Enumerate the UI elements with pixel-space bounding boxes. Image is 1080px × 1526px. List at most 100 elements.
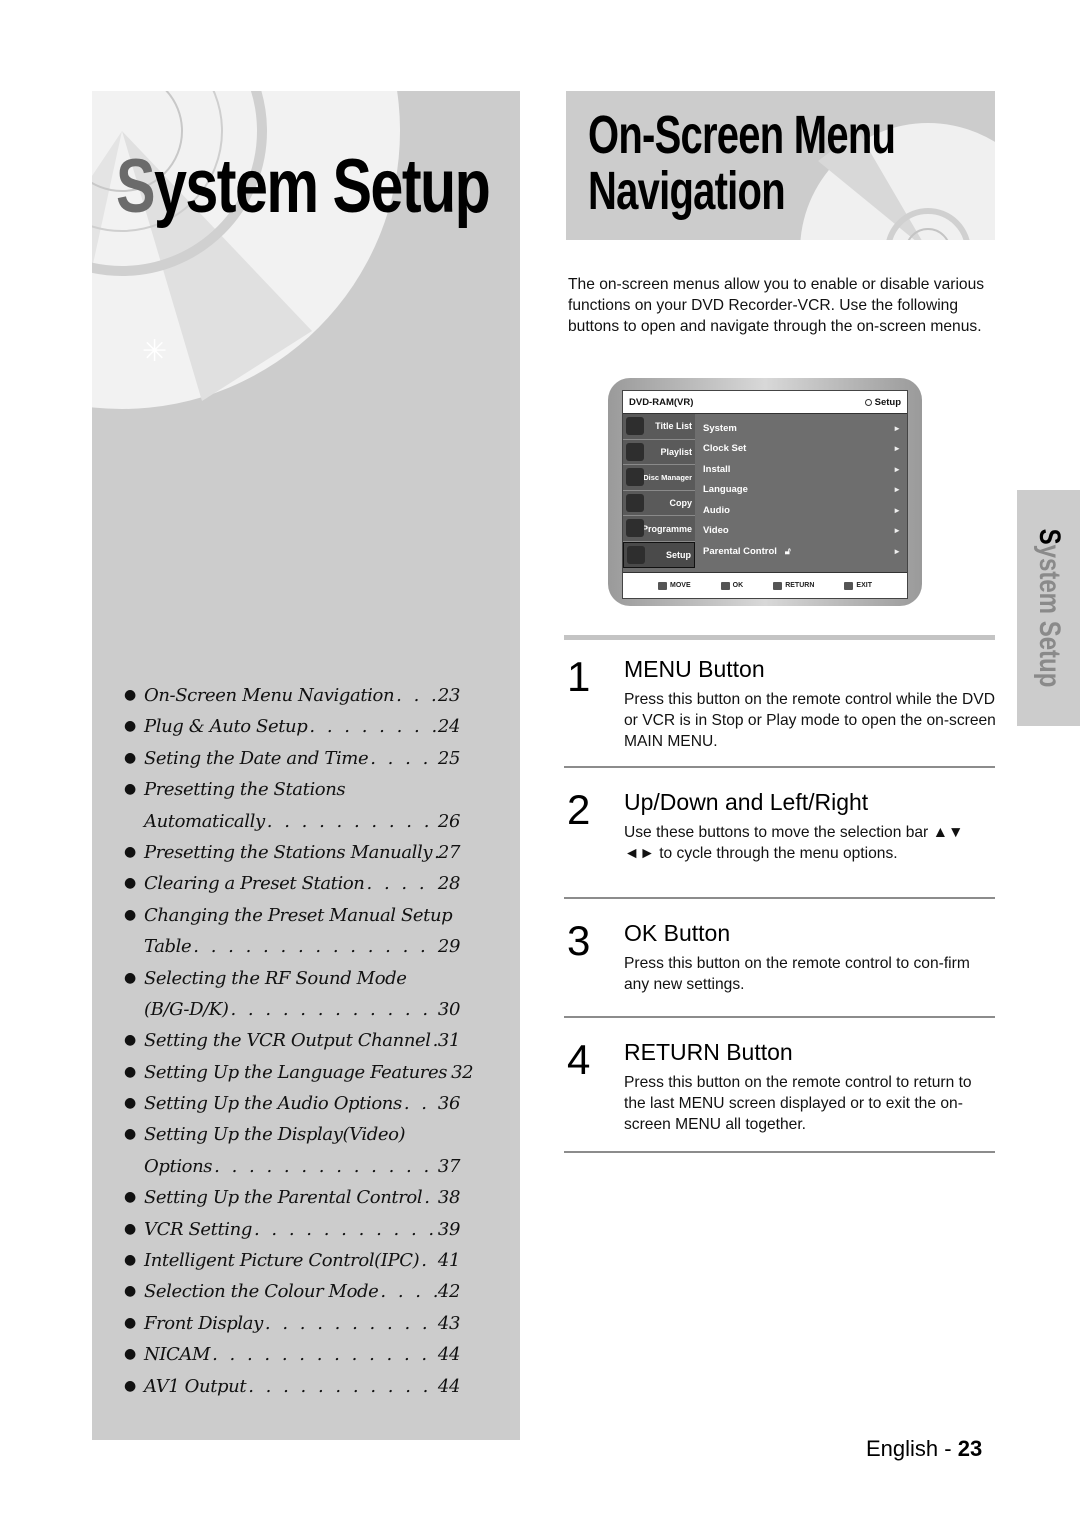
- osd-tab-copy[interactable]: Copy: [623, 490, 695, 517]
- bullet-icon: ●: [124, 1189, 136, 1206]
- toc-leader: . . . . . . . . . . . . . . . . . . . . …: [431, 1030, 438, 1051]
- toc-leader: . . . . . . . . . . . . . . . . . . . . …: [253, 1218, 438, 1240]
- toc-entry-title: Setting Up the Display(Video): [144, 1124, 406, 1146]
- step-title: Up/Down and Left/Right: [624, 789, 869, 815]
- bullet-icon: ●: [124, 1283, 136, 1300]
- bullet-icon: ●: [124, 1314, 136, 1331]
- toc-page-number: 42: [437, 1281, 461, 1303]
- toc-entry[interactable]: ● Plug & Auto Setup. . . . . . . . . . . …: [124, 716, 460, 747]
- toc-leader: . . . . . . . . . . . . . . . . . . . . …: [230, 998, 437, 1020]
- step-title: RETURN Button: [624, 1039, 793, 1065]
- bullet-icon: ●: [124, 843, 136, 860]
- toc-leader: . . . . . . . . . . . . . . . . . . . . …: [266, 810, 438, 832]
- bullet-icon: ●: [124, 1032, 136, 1049]
- osd-disc-type: DVD-RAM(VR): [629, 396, 694, 408]
- toc-entry-title: Automatically: [144, 810, 265, 832]
- toc-entry[interactable]: ● NICAM. . . . . . . . . . . . . . . . . …: [124, 1344, 460, 1375]
- bullet-icon: ●: [124, 875, 136, 892]
- toc-entry-title: Plug & Auto Setup: [144, 716, 308, 738]
- toc-entry-title: VCR Setting: [144, 1218, 252, 1240]
- toc-entry-title: Seting the Date and Time: [144, 747, 369, 769]
- toc-leader: . . . . . . . . . . . . . . . . . . . . …: [424, 1187, 438, 1209]
- toc-leader: . . . . . . . . . . . . . . . . . . . . …: [212, 1344, 438, 1366]
- toc-entry[interactable]: ● Seting the Date and Time. . . . . . . .…: [124, 748, 460, 779]
- osd-tab-setup[interactable]: Setup: [623, 541, 695, 568]
- toc-entry[interactable]: ● Setting Up the Parental Control. . . . …: [124, 1187, 460, 1218]
- toc-page-number: 37: [437, 1155, 461, 1177]
- step-title: MENU Button: [624, 656, 765, 682]
- toc-entry-title: Changing the Preset Manual Setup: [144, 904, 453, 926]
- playlist-icon: [626, 442, 644, 461]
- programme-icon: [626, 519, 644, 538]
- osd-item-clock-set[interactable]: Clock Set ►: [703, 439, 901, 460]
- toc-entry[interactable]: ● Presetting the Stations: [124, 779, 460, 810]
- step-description: Use these buttons to move the selection …: [624, 824, 964, 862]
- osd-menu-screenshot: DVD-RAM(VR) Setup Title List Playlist Disc…: [608, 378, 922, 606]
- toc-entry[interactable]: ● Setting Up the Display(Video): [124, 1124, 460, 1155]
- toc-entry-title: On-Screen Menu Navigation: [144, 685, 395, 706]
- unlock-icon: 🔓︎: [784, 545, 791, 556]
- exit-icon: [844, 581, 854, 590]
- osd-key-ok: OK: [720, 581, 743, 590]
- updown-icon: [658, 581, 668, 590]
- toc-entry[interactable]: Table. . . . . . . . . . . . . . . . . .…: [124, 936, 460, 967]
- osd-tab-disc-manager[interactable]: Disc Manager: [623, 465, 695, 491]
- toc-entry[interactable]: ● On-Screen Menu Navigation. . . . . . . …: [124, 685, 460, 716]
- toc-entry-title: Clearing a Preset Station: [144, 873, 365, 895]
- toc-entry[interactable]: ● Changing the Preset Manual Setup: [124, 905, 460, 936]
- toc-entry[interactable]: ● Front Display. . . . . . . . . . . . . …: [124, 1313, 460, 1344]
- toc-entry[interactable]: Options. . . . . . . . . . . . . . . . .…: [124, 1156, 460, 1187]
- toc-entry[interactable]: ● Intelligent Picture Control(IPC). . . .…: [124, 1250, 460, 1281]
- disc-manager-icon: [626, 468, 644, 487]
- osd-item-system[interactable]: System ►: [703, 418, 901, 439]
- step-number: 3: [567, 917, 591, 964]
- toc-entry[interactable]: ●Presetting the Stations Manually. . . .…: [124, 842, 460, 873]
- toc-entry[interactable]: ● Setting Up the Audio Options. . . . . .…: [124, 1093, 460, 1124]
- osd-item-install[interactable]: Install ►: [703, 459, 901, 480]
- osd-item-language[interactable]: Language ►: [703, 480, 901, 501]
- step-description: Press this button on the remote control …: [624, 955, 970, 993]
- bullet-icon: ●: [124, 969, 136, 986]
- toc-entry[interactable]: (B/G-D/K). . . . . . . . . . . . . . . .…: [124, 999, 460, 1030]
- section-header: On-Screen Menu Navigation: [566, 91, 995, 240]
- toc-entry[interactable]: ● Selection the Colour Mode. . . . . . . …: [124, 1281, 460, 1312]
- osd-item-video[interactable]: Video ►: [703, 521, 901, 542]
- chapter-panel: ✳ System Setup ● On-Screen Menu Navigatio…: [92, 91, 520, 1440]
- toc-entry[interactable]: Automatically. . . . . . . . . . . . . .…: [124, 811, 460, 842]
- bullet-icon: ●: [124, 718, 136, 735]
- bullet-icon: ●: [124, 1377, 136, 1394]
- bullet-icon: ●: [124, 687, 136, 703]
- toc-entry[interactable]: ● Selecting the RF Sound Mode: [124, 968, 460, 999]
- chapter-title: System Setup: [116, 144, 491, 229]
- osd-tab-programme[interactable]: Programme: [623, 516, 695, 542]
- toc-page-number: 32: [451, 1061, 474, 1083]
- toc-page-number: 23: [437, 685, 461, 706]
- toc-entry-title: Intelligent Picture Control(IPC): [144, 1250, 420, 1272]
- osd-tab-title-list[interactable]: Title List: [623, 414, 695, 440]
- toc-entry[interactable]: ● Setting the VCR Output Channel. . . . .…: [124, 1030, 460, 1061]
- osd-item-parental-control[interactable]: Parental Control 🔓︎ ►: [703, 541, 901, 562]
- chevron-right-icon: ►: [893, 526, 901, 536]
- chevron-right-icon: ►: [893, 546, 901, 556]
- toc-entry[interactable]: ● VCR Setting. . . . . . . . . . . . . . …: [124, 1219, 460, 1250]
- osd-menu-items: System ► Clock Set ► Install ► Language ► Audio ►…: [703, 418, 901, 562]
- toc-entry[interactable]: ● Clearing a Preset Station. . . . . . . …: [124, 873, 460, 904]
- osd-tab-playlist[interactable]: Playlist: [623, 439, 695, 466]
- gear-icon: [627, 545, 645, 564]
- osd-item-audio[interactable]: Audio ►: [703, 500, 901, 521]
- step-description: Press this button on the remote control …: [624, 691, 996, 750]
- toc-page-number: 39: [437, 1218, 461, 1240]
- osd-key-exit: EXIT: [844, 581, 872, 590]
- toc-entry[interactable]: ● AV1 Output. . . . . . . . . . . . . . .…: [124, 1376, 460, 1407]
- toc-entry-title: Presetting the Stations Manually: [144, 841, 433, 863]
- return-icon: [773, 581, 783, 590]
- toc-entry[interactable]: ●Setting Up the Language Features. . . .…: [124, 1062, 474, 1093]
- bullet-icon: ●: [124, 1346, 136, 1363]
- toc-entry-title: Selection the Colour Mode: [144, 1281, 379, 1303]
- title-list-icon: [626, 417, 644, 435]
- toc-page-number: 44: [437, 1344, 461, 1366]
- toc-entry-title: Presetting the Stations: [144, 779, 346, 801]
- toc-entry-title: Setting Up the Audio Options: [144, 1093, 402, 1115]
- bullet-icon: ●: [124, 1126, 136, 1143]
- toc-leader: . . . . . . . . . . . . . . . . . . . . …: [264, 1312, 438, 1334]
